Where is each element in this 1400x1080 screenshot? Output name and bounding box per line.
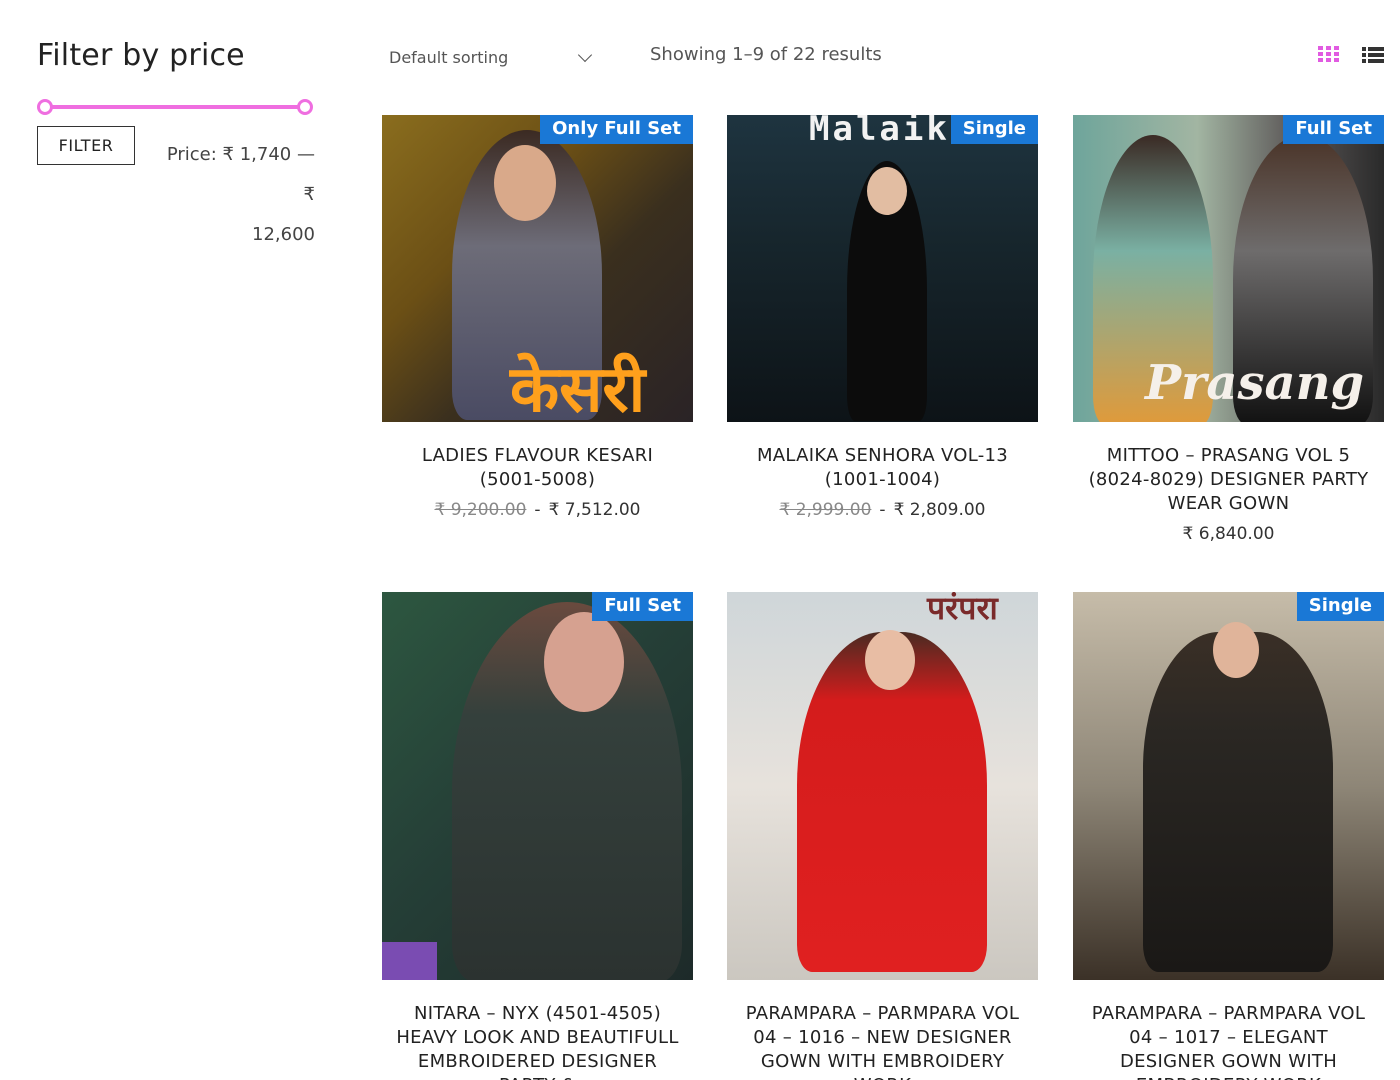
product-image[interactable]: Prasang Full Set	[1073, 115, 1384, 422]
product-price: ₹ 6,840.00	[1073, 524, 1384, 544]
product-title[interactable]: MALAIKA SENHORA VOL-13 (1001-1004)	[727, 444, 1038, 492]
wishlist-icon[interactable]	[382, 942, 437, 980]
image-caption: केसरी	[510, 352, 646, 422]
product-image[interactable]: Full Set	[382, 592, 693, 980]
list-view-icon[interactable]	[1362, 47, 1384, 63]
product-badge: Only Full Set	[540, 115, 693, 144]
slider-max-handle[interactable]	[297, 99, 313, 115]
product-badge: Full Set	[592, 592, 693, 621]
old-price: ₹ 2,999.00	[779, 500, 872, 520]
product-card: Malaika Single MALAIKA SENHORA VOL-13 (1…	[727, 115, 1038, 520]
filter-title: Filter by price	[37, 38, 245, 73]
product-price: ₹ 2,999.00- ₹ 2,809.00	[779, 500, 986, 520]
product-badge: Single	[1296, 592, 1384, 621]
product-card: केसरी Only Full Set LADIES FLAVOUR KESAR…	[382, 115, 693, 520]
sale-price: ₹ 2,809.00	[893, 500, 986, 520]
product-title[interactable]: LADIES FLAVOUR KESARI (5001-5008)	[382, 444, 693, 492]
product-image[interactable]: परंपरा	[727, 592, 1038, 980]
product-title[interactable]: NITARA – NYX (4501-4505) HEAVY LOOK AND …	[382, 1002, 693, 1080]
image-caption: Malaika	[809, 115, 974, 149]
product-card: परंपरा PARAMPARA – PARMPARA VOL 04 – 101…	[727, 592, 1038, 1080]
result-count: Showing 1–9 of 22 results	[650, 44, 882, 65]
product-badge: Single	[950, 115, 1038, 144]
slider-track[interactable]	[44, 105, 302, 109]
grid-view-icon[interactable]	[1318, 46, 1340, 64]
price-range-label: Price: ₹ 1,740 — ₹ 12,600	[166, 144, 315, 245]
sort-dropdown[interactable]: Default sorting	[389, 44, 594, 70]
image-caption: Prasang	[1145, 355, 1365, 411]
sort-value: Default sorting	[389, 47, 509, 67]
product-title[interactable]: PARAMPARA – PARMPARA VOL 04 – 1017 – ELE…	[1073, 1002, 1384, 1080]
product-title[interactable]: PARAMPARA – PARMPARA VOL 04 – 1016 – NEW…	[727, 1002, 1038, 1080]
chevron-down-icon	[577, 47, 593, 62]
product-image[interactable]: केसरी Only Full Set	[382, 115, 693, 422]
product-card: Full Set NITARA – NYX (4501-4505) HEAVY …	[382, 592, 693, 1080]
product-badge: Full Set	[1283, 115, 1384, 144]
product-title[interactable]: MITTOO – PRASANG VOL 5 (8024-8029) DESIG…	[1073, 444, 1384, 516]
filter-button[interactable]: FILTER	[37, 126, 135, 165]
sale-price: ₹ 7,512.00	[548, 500, 641, 520]
old-price: ₹ 9,200.00	[434, 500, 527, 520]
product-image[interactable]: Single	[1073, 592, 1384, 980]
product-price: ₹ 9,200.00- ₹ 7,512.00	[434, 500, 641, 520]
product-card: Single PARAMPARA – PARMPARA VOL 04 – 101…	[1073, 592, 1384, 1080]
product-image[interactable]: Malaika Single	[727, 115, 1038, 422]
slider-min-handle[interactable]	[37, 99, 53, 115]
image-caption: परंपरा	[927, 592, 998, 627]
price-filter-widget: Filter by price FILTER Price: ₹ 1,740 — …	[37, 38, 317, 245]
sale-price: ₹ 6,840.00	[1182, 524, 1275, 544]
product-card: Prasang Full Set MITTOO – PRASANG VOL 5 …	[1073, 115, 1384, 544]
price-range-slider[interactable]	[37, 99, 313, 115]
